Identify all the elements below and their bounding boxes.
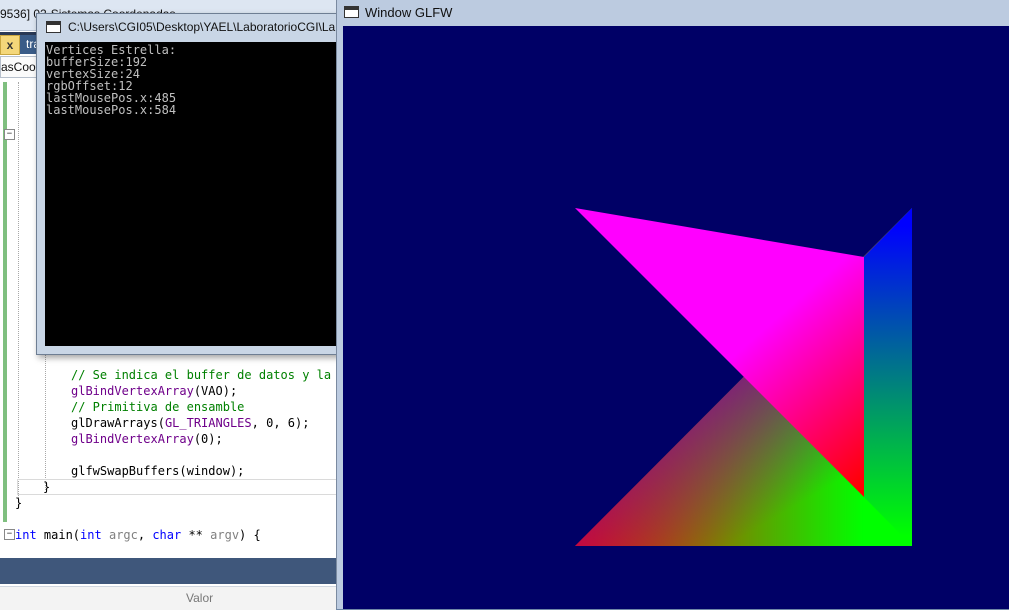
- change-margin: [3, 82, 7, 522]
- code-brace: }: [15, 496, 23, 510]
- code-function: glBindVertexArray: [71, 432, 194, 446]
- rendered-scene: [575, 208, 912, 546]
- triangle-right-strip: [864, 208, 912, 546]
- code-text: , 0, 6);: [251, 416, 310, 430]
- indent-guide: [18, 82, 19, 502]
- glfw-titlebar[interactable]: Window GLFW: [337, 0, 1009, 26]
- column-header-valor[interactable]: Valor: [186, 591, 213, 605]
- code-text: ,: [137, 528, 153, 542]
- glfw-title: Window GLFW: [365, 5, 453, 20]
- code-text: ) {: [239, 528, 261, 542]
- code-line: int main(int argc, char ** argv) {: [15, 528, 261, 542]
- console-output[interactable]: Vertices Estrella: bufferSize:192 vertex…: [45, 42, 339, 346]
- code-param: argv: [210, 528, 240, 542]
- console-title: C:\Users\CGI05\Desktop\YAEL\LaboratorioC…: [68, 20, 342, 34]
- code-text: **: [181, 528, 211, 542]
- code-comment: // Se indica el buffer de datos y la e: [71, 368, 346, 382]
- console-window[interactable]: C:\Users\CGI05\Desktop\YAEL\LaboratorioC…: [36, 13, 342, 355]
- code-macro: GL_TRIANGLES: [164, 416, 252, 430]
- code-line: glfwSwapBuffers(window);: [71, 464, 245, 478]
- code-comment: // Primitiva de ensamble: [71, 400, 245, 414]
- ide-panel-header: [0, 558, 336, 584]
- code-keyword: char: [152, 528, 182, 542]
- code-text: (VAO);: [193, 384, 238, 398]
- code-keyword: int: [15, 528, 37, 542]
- code-param: argc: [108, 528, 138, 542]
- code-text: main(: [36, 528, 81, 542]
- code-line: glBindVertexArray(VAO);: [71, 384, 237, 398]
- opengl-canvas[interactable]: [343, 26, 1009, 609]
- current-line-highlight: [17, 479, 337, 495]
- code-text: glDrawArrays: [71, 416, 158, 430]
- code-text: (0);: [193, 432, 223, 446]
- collapse-icon[interactable]: −: [4, 129, 15, 140]
- console-titlebar[interactable]: C:\Users\CGI05\Desktop\YAEL\LaboratorioC…: [37, 14, 342, 40]
- watch-panel-header: Valor: [0, 586, 336, 610]
- code-keyword: int: [80, 528, 102, 542]
- code-function: glBindVertexArray: [71, 384, 194, 398]
- console-app-icon: [46, 21, 61, 33]
- collapse-icon[interactable]: −: [4, 529, 15, 540]
- console-line: lastMousePos.x:584: [46, 103, 177, 117]
- code-brace: }: [43, 480, 51, 494]
- tab-close-icon[interactable]: x: [0, 35, 20, 55]
- glfw-app-icon: [344, 6, 359, 18]
- code-line: glDrawArrays(GL_TRIANGLES, 0, 6);: [71, 416, 309, 430]
- code-line: glBindVertexArray(0);: [71, 432, 223, 446]
- glfw-window[interactable]: Window GLFW: [336, 0, 1009, 609]
- code-text: (: [157, 416, 165, 430]
